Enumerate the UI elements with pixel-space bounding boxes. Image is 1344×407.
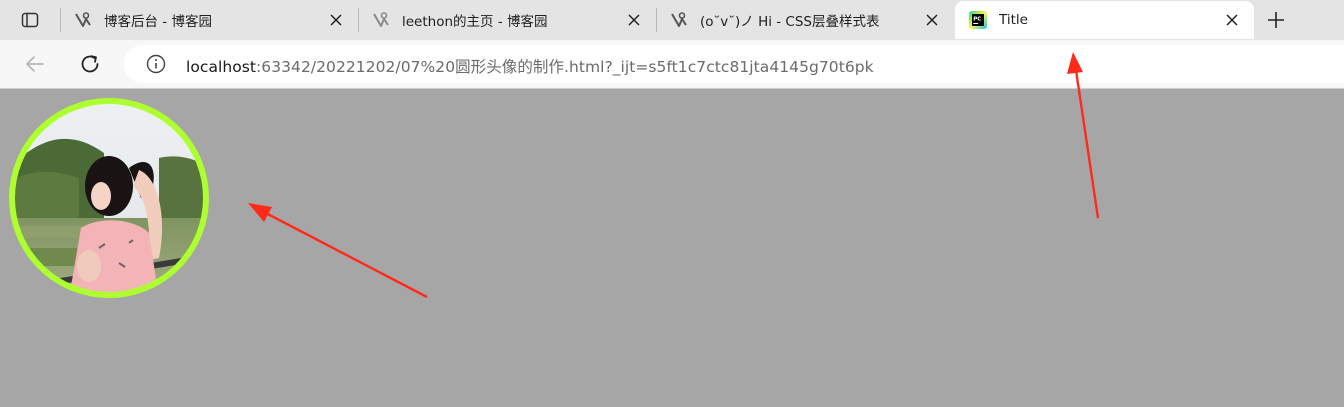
url-text: localhost:63342/20221202/07%20圆形头像的制作.ht… xyxy=(186,55,874,77)
cnblogs-icon xyxy=(671,12,687,27)
pycharm-icon: PC xyxy=(969,11,987,29)
page-content xyxy=(0,89,1344,407)
tab-actions-icon xyxy=(21,12,39,28)
close-icon xyxy=(330,14,342,26)
tab-title: leethon的主页 - 博客园 xyxy=(402,14,548,30)
tab-title: 博客后台 - 博客园 xyxy=(104,14,212,30)
tab-close-button[interactable] xyxy=(920,8,944,32)
tab-1[interactable]: 博客后台 - 博客园 xyxy=(60,1,358,39)
browser-toolbar: localhost:63342/20221202/07%20圆形头像的制作.ht… xyxy=(0,40,1344,89)
svg-text:PC: PC xyxy=(973,16,981,22)
tab-actions-button[interactable] xyxy=(12,8,48,32)
tab-title: Title xyxy=(999,12,1028,28)
close-icon xyxy=(926,14,938,26)
cnblogs-icon xyxy=(373,12,389,27)
circular-avatar xyxy=(9,98,209,298)
tab-4-active[interactable]: PC Title xyxy=(955,1,1254,39)
tab-title: (o˘v˘)ノ Hi - CSS层叠样式表 xyxy=(700,14,880,30)
reload-icon xyxy=(81,55,99,73)
back-button[interactable] xyxy=(21,50,49,78)
tab-close-button[interactable] xyxy=(622,8,646,32)
url-host: localhost xyxy=(186,58,257,76)
url-path: :63342/20221202/07%20圆形头像的制作.html?_ijt=s… xyxy=(256,58,874,76)
tab-strip: 博客后台 - 博客园 leethon的主页 - 博客园 (o˘v˘)ノ Hi -… xyxy=(0,0,1344,40)
info-icon[interactable] xyxy=(146,54,166,74)
tab-close-button[interactable] xyxy=(1220,8,1244,32)
close-icon xyxy=(628,14,640,26)
new-tab-button[interactable] xyxy=(1264,8,1288,32)
close-icon xyxy=(1226,14,1238,26)
back-arrow-icon xyxy=(26,56,44,72)
plus-icon xyxy=(1268,12,1284,28)
tab-2[interactable]: leethon的主页 - 博客园 xyxy=(358,1,656,39)
reload-button[interactable] xyxy=(76,50,104,78)
address-bar[interactable]: localhost:63342/20221202/07%20圆形头像的制作.ht… xyxy=(124,45,1344,83)
tab-3[interactable]: (o˘v˘)ノ Hi - CSS层叠样式表 xyxy=(656,1,954,39)
cnblogs-icon xyxy=(75,12,91,27)
tab-close-button[interactable] xyxy=(324,8,348,32)
